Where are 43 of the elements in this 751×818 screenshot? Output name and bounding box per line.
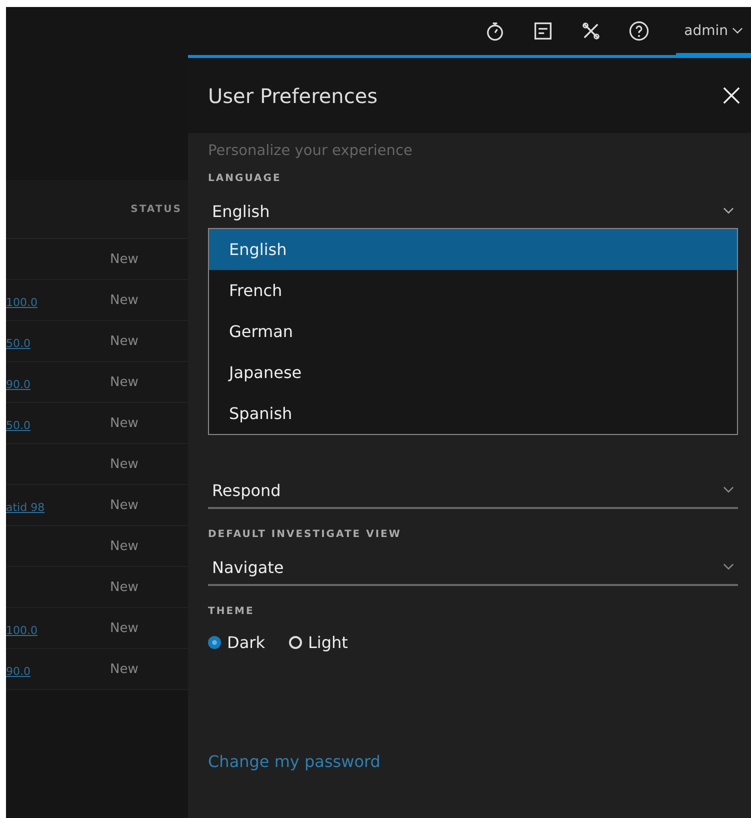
value-link[interactable]: 100.0: [6, 296, 38, 308]
panel-title: User Preferences: [208, 84, 378, 108]
field-label: DEFAULT INVESTIGATE VIEW: [208, 529, 402, 542]
status-cell: New: [110, 292, 138, 308]
panel-subtitle: Personalize your experience: [208, 143, 414, 159]
change-password-link[interactable]: Change my password: [208, 752, 738, 771]
language-option[interactable]: Spanish: [209, 393, 737, 434]
status-cell: New: [110, 620, 138, 636]
chevron-down-icon: [723, 207, 734, 215]
field-label: THEME: [208, 606, 256, 619]
radio-button[interactable]: [208, 636, 221, 649]
chevron-down-icon: [732, 26, 743, 34]
status-cell: New: [110, 374, 138, 390]
language-option[interactable]: French: [209, 270, 737, 311]
status-cell: New: [110, 252, 138, 266]
value-link[interactable]: 90.0: [6, 664, 30, 678]
language-option[interactable]: Japanese: [209, 352, 737, 393]
status-cell: New: [110, 416, 138, 430]
status-cell: New: [110, 538, 138, 554]
status-cell: New: [110, 580, 138, 594]
value-link[interactable]: 50.0: [6, 336, 30, 350]
landing-page-select[interactable]: Respond: [208, 473, 738, 509]
status-cell: New: [110, 456, 138, 472]
language-option[interactable]: German: [209, 311, 737, 352]
value-link[interactable]: atid 98: [6, 500, 45, 514]
tools-icon[interactable]: [580, 20, 602, 42]
language-option[interactable]: English: [209, 229, 737, 270]
value-link[interactable]: 50.0: [6, 418, 30, 432]
value-link[interactable]: 90.0: [6, 378, 30, 390]
report-icon[interactable]: [532, 20, 554, 42]
status-cell: New: [110, 662, 138, 676]
investigate-view-select[interactable]: Navigate: [208, 550, 738, 586]
value-link[interactable]: 100.0: [6, 624, 38, 636]
chevron-down-icon: [723, 563, 734, 571]
status-cell: New: [110, 334, 138, 348]
close-icon[interactable]: [722, 86, 741, 105]
help-icon[interactable]: [628, 20, 650, 42]
radio-label: Light: [308, 633, 348, 652]
chevron-down-icon: [723, 486, 734, 494]
column-header: STATUS: [130, 204, 182, 214]
radio-label: Dark: [227, 633, 265, 652]
field-label: LANGUAGE: [208, 173, 282, 186]
status-cell: New: [110, 498, 138, 512]
